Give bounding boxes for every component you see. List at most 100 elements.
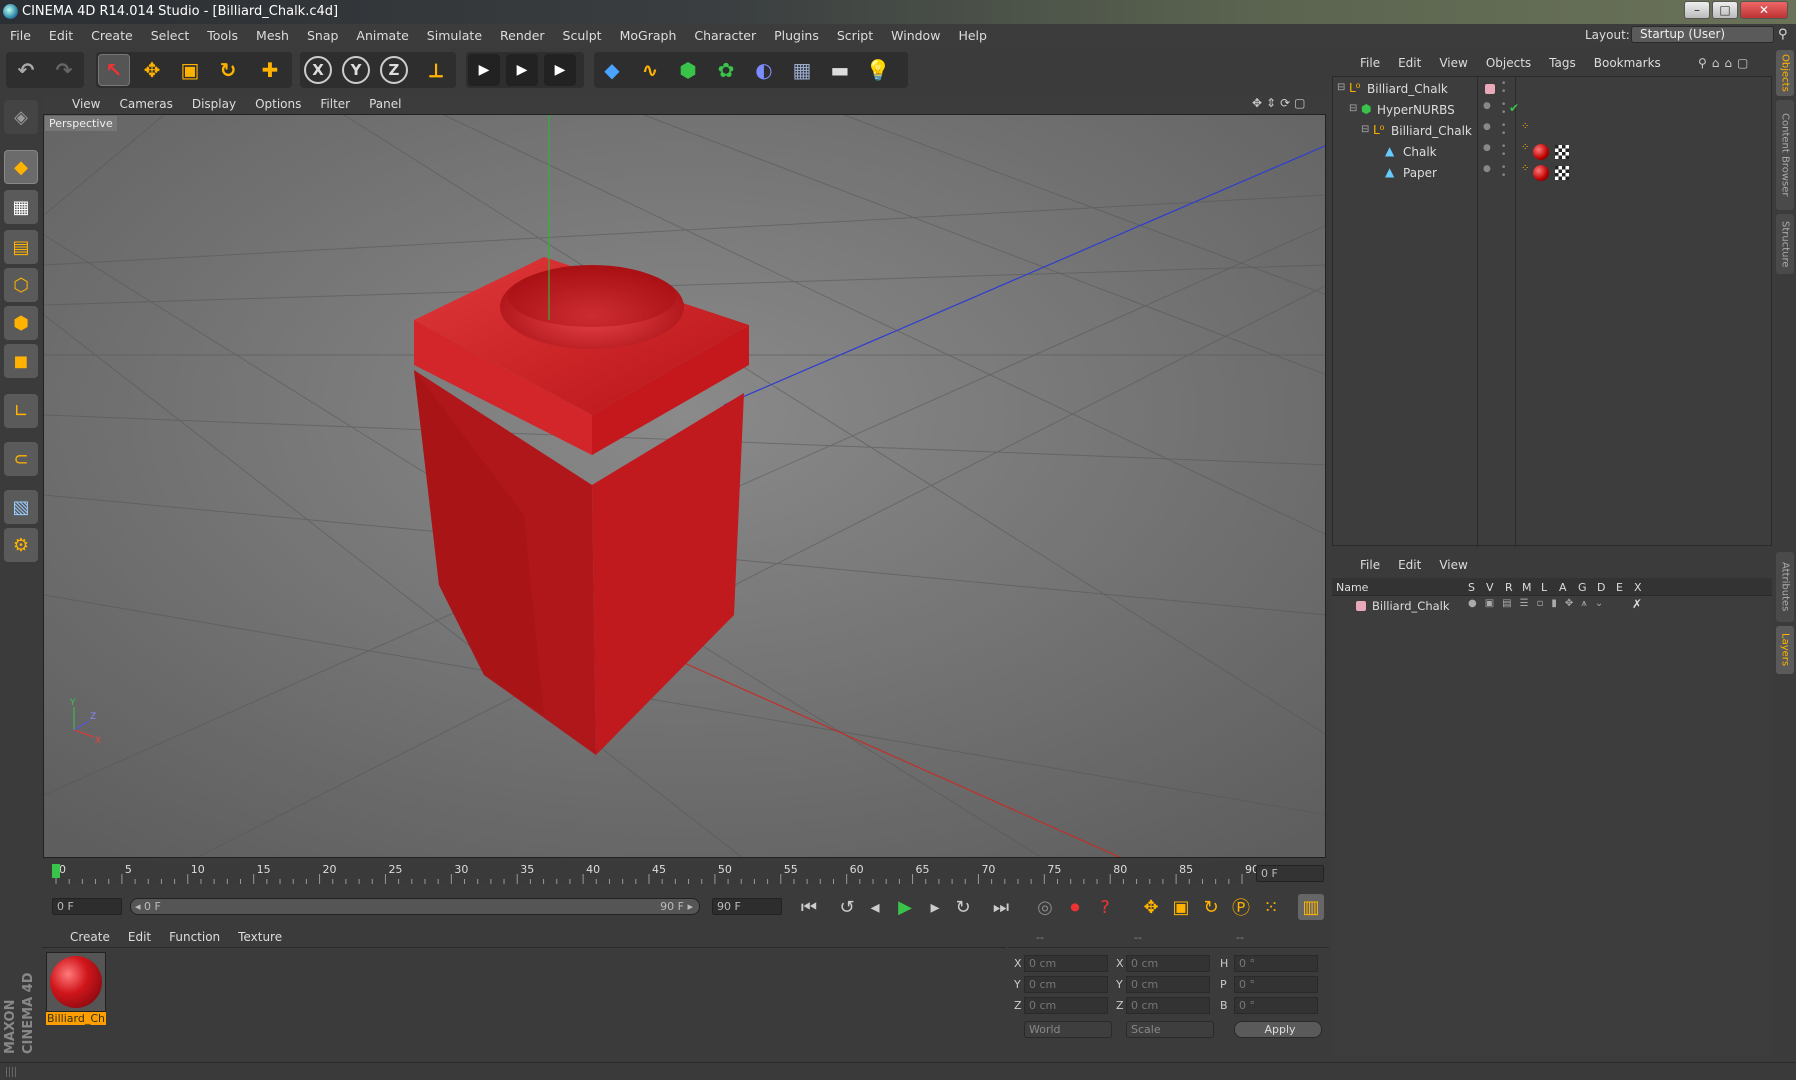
texture-mode-icon[interactable]: ▦	[4, 190, 38, 224]
object-row-paper[interactable]: ▲ Paper ● • • ⁘	[1333, 163, 1771, 184]
menu-script[interactable]: Script	[837, 28, 873, 43]
playhead-marker[interactable]	[52, 864, 60, 878]
material-tag-icon[interactable]	[1533, 144, 1549, 160]
menu-tools[interactable]: Tools	[207, 28, 238, 43]
create-icon[interactable]: ✚	[254, 54, 286, 86]
object-menu-edit[interactable]: Edit	[1398, 56, 1421, 70]
viewport-menu-view[interactable]: View	[72, 97, 100, 111]
previous-keyframe-icon[interactable]: ↺	[834, 894, 860, 920]
column-deformers[interactable]: D	[1597, 581, 1605, 594]
keyframe-selection-icon[interactable]: ?	[1092, 894, 1118, 920]
go-to-end-icon[interactable]: ⏭	[988, 894, 1014, 920]
menu-simulate[interactable]: Simulate	[427, 28, 482, 43]
frame-range-slider[interactable]: ◂ 0 F 90 F ▸	[130, 898, 700, 915]
menu-sculpt[interactable]: Sculpt	[563, 28, 602, 43]
size-y-field[interactable]: 0 cm	[1126, 976, 1210, 993]
menu-file[interactable]: File	[10, 28, 31, 43]
tab-layers[interactable]: Layers	[1776, 626, 1794, 674]
collapse-icon[interactable]: ⊟	[1361, 124, 1369, 135]
visibility-dots-icon[interactable]: • •	[1501, 143, 1506, 160]
nurbs-icon[interactable]: ⬢	[672, 54, 704, 86]
redo-icon[interactable]: ↷	[48, 54, 80, 86]
sculpt-lock-icon[interactable]: ⚙	[4, 528, 38, 562]
material-menu-texture[interactable]: Texture	[238, 930, 282, 944]
column-locked[interactable]: L	[1541, 581, 1547, 594]
play-icon[interactable]: ▶	[892, 894, 918, 920]
cube-primitive-icon[interactable]: ◆	[596, 54, 628, 86]
uvw-tag-icon[interactable]	[1555, 145, 1569, 159]
xref-toggle-icon[interactable]: ✗	[1632, 597, 1642, 611]
size-x-field[interactable]: 0 cm	[1126, 955, 1210, 972]
menu-create[interactable]: Create	[91, 28, 133, 43]
column-generators[interactable]: G	[1578, 581, 1587, 594]
make-editable-icon[interactable]: ◈	[4, 100, 38, 134]
object-menu-tags[interactable]: Tags	[1549, 56, 1576, 70]
column-name[interactable]: Name	[1336, 581, 1368, 594]
floor-scene-icon[interactable]: ▦	[786, 54, 818, 86]
menu-render[interactable]: Render	[500, 28, 545, 43]
material-menu-create[interactable]: Create	[70, 930, 110, 944]
deformer-icon[interactable]: ◐	[748, 54, 780, 86]
column-view[interactable]: V	[1486, 581, 1494, 594]
next-frame-icon[interactable]: ▸	[922, 894, 948, 920]
phong-tag-icon[interactable]: ⁘	[1521, 121, 1529, 132]
menu-plugins[interactable]: Plugins	[774, 28, 819, 43]
spline-icon[interactable]: ∿	[634, 54, 666, 86]
undo-icon[interactable]: ↶	[10, 54, 42, 86]
scale-icon[interactable]: ▣	[174, 54, 206, 86]
rotation-p-field[interactable]: 0 °	[1234, 976, 1318, 993]
enabled-check-icon[interactable]: ✔	[1509, 101, 1519, 115]
next-keyframe-icon[interactable]: ↻	[950, 894, 976, 920]
collapse-icon[interactable]: ⊟	[1337, 82, 1345, 93]
move-icon[interactable]: ✥	[136, 54, 168, 86]
render-view-icon[interactable]: ▶	[468, 54, 500, 86]
object-row-chalk[interactable]: ▲ Chalk ● • • ⁘	[1333, 142, 1771, 163]
visibility-dots-icon[interactable]: • •	[1501, 80, 1506, 97]
material-menu-function[interactable]: Function	[169, 930, 220, 944]
tab-objects[interactable]: Objects	[1776, 50, 1794, 96]
object-row-hypernurbs[interactable]: ⊟ ⬢ HyperNURBS ● • • ✔	[1333, 100, 1771, 121]
viewport-menu-options[interactable]: Options	[255, 97, 301, 111]
menu-character[interactable]: Character	[694, 28, 756, 43]
start-frame-field[interactable]: 0 F	[52, 898, 122, 915]
column-animation[interactable]: A	[1559, 581, 1567, 594]
workplane-mode-icon[interactable]: ▤	[4, 230, 38, 264]
menu-edit[interactable]: Edit	[49, 28, 73, 43]
menu-snap[interactable]: Snap	[307, 28, 338, 43]
menu-select[interactable]: Select	[151, 28, 190, 43]
visibility-dot-icon[interactable]: ●	[1483, 101, 1491, 111]
material-tag-icon[interactable]	[1533, 165, 1549, 181]
viewport-menu-display[interactable]: Display	[192, 97, 236, 111]
size-z-field[interactable]: 0 cm	[1126, 997, 1210, 1014]
rotate-icon[interactable]: ↻	[212, 54, 244, 86]
z-axis-lock-icon[interactable]: Z	[380, 56, 408, 84]
object-row-billiard-chalk-child[interactable]: ⊟ L⁰ Billiard_Chalk ● • • ⁘	[1333, 121, 1771, 142]
x-axis-lock-icon[interactable]: X	[304, 56, 332, 84]
visibility-dot-icon[interactable]: ●	[1483, 143, 1491, 153]
y-axis-lock-icon[interactable]: Y	[342, 56, 370, 84]
snap-magnet-icon[interactable]: ⊂	[4, 442, 38, 476]
autokey-icon[interactable]: ⏺	[1062, 894, 1088, 920]
material-menu-edit[interactable]: Edit	[128, 930, 151, 944]
column-render[interactable]: R	[1505, 581, 1513, 594]
render-to-picture-viewer-icon[interactable]: ▶	[506, 54, 538, 86]
minimize-button[interactable]: –	[1684, 1, 1710, 19]
layer-toggle-icons[interactable]: ●▣▤☰▫▮✥⩚⌄	[1468, 598, 1611, 609]
key-position-icon[interactable]: ✥	[1138, 894, 1164, 920]
layout-select[interactable]: Startup (User)	[1631, 26, 1774, 43]
uvw-tag-icon[interactable]	[1555, 166, 1569, 180]
camera-icon[interactable]: ▬	[824, 54, 856, 86]
tab-content-browser[interactable]: Content Browser	[1776, 100, 1794, 210]
collapse-icon[interactable]: ⊟	[1349, 103, 1357, 114]
go-to-start-icon[interactable]: ⏮	[796, 894, 822, 920]
viewport-menu-panel[interactable]: Panel	[369, 97, 401, 111]
menu-mograph[interactable]: MoGraph	[620, 28, 677, 43]
visibility-dots-icon[interactable]: • •	[1501, 164, 1506, 181]
object-menu-bookmarks[interactable]: Bookmarks	[1594, 56, 1661, 70]
key-rotation-icon[interactable]: ↻	[1198, 894, 1224, 920]
viewport-menu-filter[interactable]: Filter	[320, 97, 350, 111]
coordinate-system-icon[interactable]: ⟂	[420, 54, 452, 86]
object-menu-file[interactable]: File	[1360, 56, 1380, 70]
points-mode-icon[interactable]: ⬡	[4, 268, 38, 302]
polygons-mode-icon[interactable]: ◼	[4, 344, 38, 378]
